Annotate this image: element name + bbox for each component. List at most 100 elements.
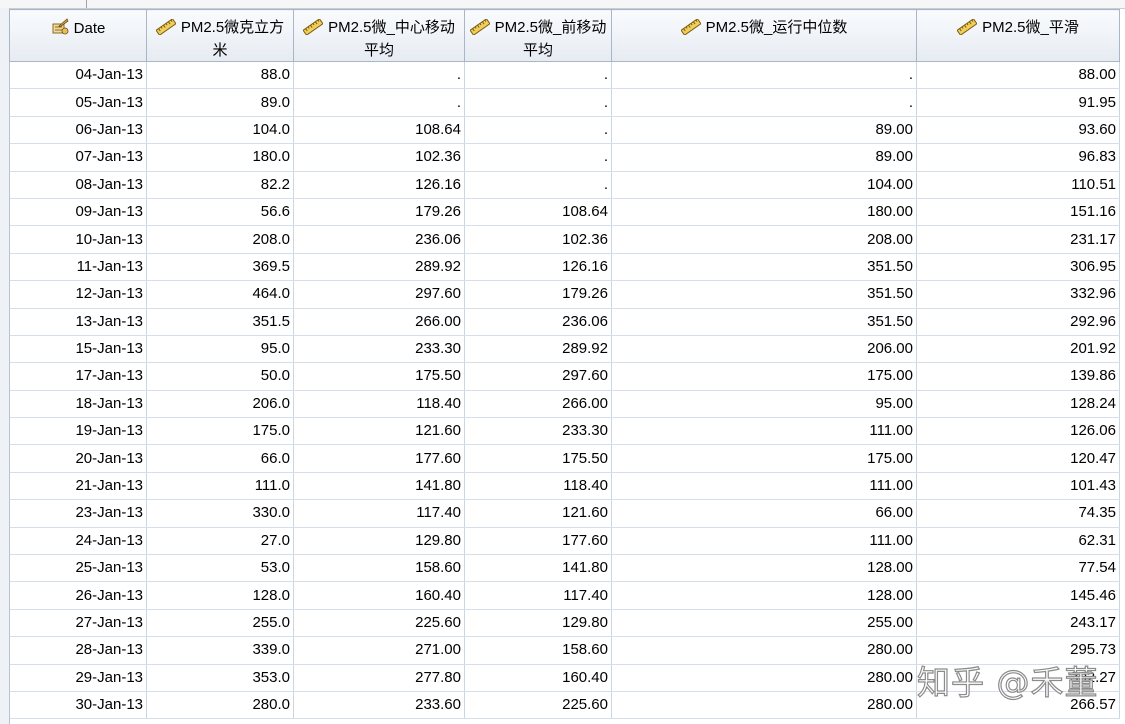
cell-cma[interactable]: 158.60 [293, 554, 465, 583]
cell-smooth[interactable]: 88.00 [916, 61, 1120, 90]
cell-pm[interactable]: 53.0 [146, 554, 294, 583]
cell-cma[interactable]: 118.40 [293, 390, 465, 419]
cell-pm[interactable]: 82.2 [146, 171, 294, 199]
cell-smooth[interactable]: 145.46 [916, 581, 1120, 610]
cell-date[interactable]: 08-Jan-13 [9, 171, 147, 199]
cell-pma[interactable]: 289.92 [464, 335, 612, 364]
cell-smooth[interactable]: 332.96 [916, 280, 1120, 309]
cell-med[interactable]: 280.00 [611, 664, 917, 692]
cell-pma[interactable]: . [464, 171, 612, 199]
cell-cma[interactable]: 129.80 [293, 527, 465, 556]
cell-pma[interactable]: 236.06 [464, 308, 612, 336]
column-header-pm[interactable]: PM2.5微克立方米 [146, 9, 294, 62]
cell-cma[interactable]: 117.40 [293, 499, 465, 528]
cell-pma[interactable]: 129.80 [464, 609, 612, 638]
cell-pma[interactable]: 179.26 [464, 280, 612, 309]
cell-smooth[interactable]: 231.17 [916, 225, 1120, 254]
cell-med[interactable]: 206.00 [611, 335, 917, 364]
cell-pm[interactable]: 180.0 [146, 143, 294, 172]
cell-date[interactable]: 23-Jan-13 [9, 499, 147, 528]
cell-smooth[interactable]: 151.16 [916, 198, 1120, 227]
cell-date[interactable]: 30-Jan-13 [9, 691, 147, 720]
cell-cma[interactable]: 126.16 [293, 171, 465, 199]
cell-pm[interactable]: 88.0 [146, 61, 294, 90]
cell-smooth[interactable]: 62.31 [916, 527, 1120, 556]
cell-med[interactable]: 351.50 [611, 308, 917, 336]
cell-med[interactable]: 111.00 [611, 527, 917, 556]
cell-pm[interactable]: 89.0 [146, 88, 294, 117]
cell-cma[interactable]: 141.80 [293, 472, 465, 501]
cell-cma[interactable]: 108.64 [293, 116, 465, 145]
cell-pma[interactable]: . [464, 88, 612, 117]
cell-pma[interactable]: 118.40 [464, 472, 612, 501]
cell-pm[interactable]: 339.0 [146, 636, 294, 665]
cell-pm[interactable]: 330.0 [146, 499, 294, 528]
cell-cma[interactable]: 233.60 [293, 691, 465, 720]
cell-date[interactable]: 15-Jan-13 [9, 335, 147, 364]
cell-date[interactable]: 11-Jan-13 [9, 253, 147, 282]
cell-cma[interactable]: 225.60 [293, 609, 465, 638]
cell-pm[interactable]: 280.0 [146, 691, 294, 720]
cell-med[interactable]: 351.50 [611, 280, 917, 309]
cell-cma[interactable]: 277.80 [293, 664, 465, 692]
cell-date[interactable]: 20-Jan-13 [9, 444, 147, 473]
cell-pma[interactable]: . [464, 116, 612, 145]
cell-pma[interactable]: 266.00 [464, 390, 612, 419]
cell-cma[interactable]: 297.60 [293, 280, 465, 309]
cell-pma[interactable]: 175.50 [464, 444, 612, 473]
cell-pma[interactable]: . [464, 143, 612, 172]
cell-pm[interactable]: 56.6 [146, 198, 294, 227]
cell-cma[interactable]: 177.60 [293, 444, 465, 473]
cell-date[interactable]: 18-Jan-13 [9, 390, 147, 419]
cell-pma[interactable]: 177.60 [464, 527, 612, 556]
cell-cma[interactable]: 289.92 [293, 253, 465, 282]
cell-pma[interactable]: 121.60 [464, 499, 612, 528]
column-header-date[interactable]: Date [9, 9, 147, 62]
cell-pma[interactable]: 225.60 [464, 691, 612, 720]
cell-cma[interactable]: 266.00 [293, 308, 465, 336]
cell-med[interactable]: 280.00 [611, 691, 917, 720]
cell-date[interactable]: 09-Jan-13 [9, 198, 147, 227]
cell-med[interactable]: . [611, 88, 917, 117]
cell-cma[interactable]: 102.36 [293, 143, 465, 172]
cell-smooth[interactable]: 126.06 [916, 417, 1120, 446]
cell-pma[interactable]: 160.40 [464, 664, 612, 692]
cell-smooth[interactable]: 243.17 [916, 609, 1120, 638]
cell-smooth[interactable]: 91.95 [916, 88, 1120, 117]
cell-date[interactable]: 25-Jan-13 [9, 554, 147, 583]
cell-cma[interactable]: . [293, 61, 465, 90]
cell-med[interactable]: 208.00 [611, 225, 917, 254]
cell-med[interactable]: 128.00 [611, 581, 917, 610]
cell-med[interactable]: 180.00 [611, 198, 917, 227]
cell-smooth[interactable]: 306.95 [916, 253, 1120, 282]
cell-cma[interactable]: 233.30 [293, 335, 465, 364]
cell-smooth[interactable]: 266.57 [916, 691, 1120, 720]
cell-pm[interactable]: 206.0 [146, 390, 294, 419]
cell-med[interactable]: 175.00 [611, 444, 917, 473]
cell-date[interactable]: 24-Jan-13 [9, 527, 147, 556]
cell-med[interactable]: 66.00 [611, 499, 917, 528]
cell-pm[interactable]: 464.0 [146, 280, 294, 309]
cell-date[interactable]: 19-Jan-13 [9, 417, 147, 446]
cell-pma[interactable]: 108.64 [464, 198, 612, 227]
cell-pma[interactable]: 158.60 [464, 636, 612, 665]
cell-cma[interactable]: 121.60 [293, 417, 465, 446]
cell-smooth[interactable]: 101.43 [916, 472, 1120, 501]
cell-date[interactable]: 07-Jan-13 [9, 143, 147, 172]
cell-med[interactable]: 280.00 [611, 636, 917, 665]
cell-pma[interactable]: 297.60 [464, 362, 612, 391]
cell-med[interactable]: 104.00 [611, 171, 917, 199]
cell-pm[interactable]: 353.0 [146, 664, 294, 692]
cell-date[interactable]: 06-Jan-13 [9, 116, 147, 145]
cell-pm[interactable]: 128.0 [146, 581, 294, 610]
cell-smooth[interactable]: 96.83 [916, 143, 1120, 172]
cell-smooth[interactable]: 74.35 [916, 499, 1120, 528]
cell-smooth[interactable]: 139.86 [916, 362, 1120, 391]
cell-date[interactable]: 17-Jan-13 [9, 362, 147, 391]
cell-date[interactable]: 04-Jan-13 [9, 61, 147, 90]
cell-med[interactable]: 351.50 [611, 253, 917, 282]
cell-med[interactable]: . [611, 61, 917, 90]
cell-pma[interactable]: 117.40 [464, 581, 612, 610]
cell-med[interactable]: 95.00 [611, 390, 917, 419]
cell-pm[interactable]: 175.0 [146, 417, 294, 446]
